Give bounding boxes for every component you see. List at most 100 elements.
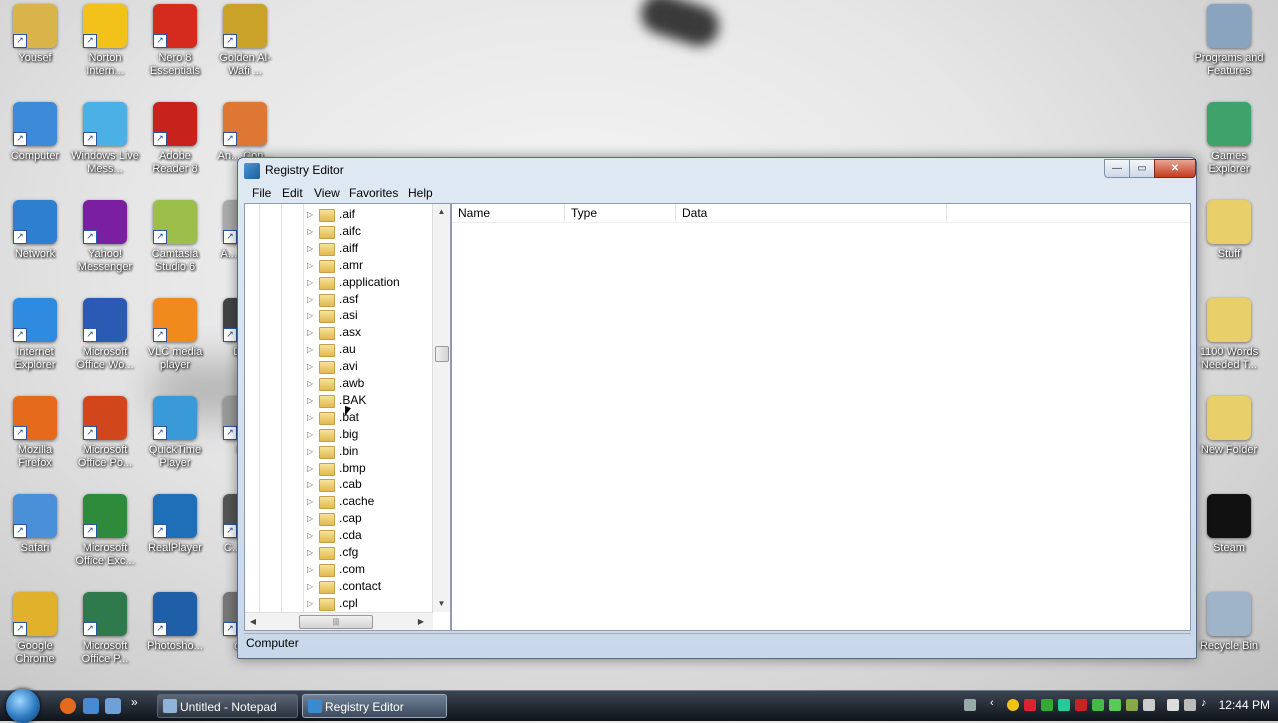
tree-item[interactable]: ▷ .bmp: [307, 460, 366, 477]
desktop-icon[interactable]: ↗ Microsoft Office Po...: [70, 396, 140, 470]
desktop-icon[interactable]: ↗ Microsoft Office Exc...: [70, 494, 140, 568]
desktop-icon[interactable]: ↗ Network: [0, 200, 70, 261]
desktop-icon[interactable]: ↗ RealPlayer: [140, 494, 210, 555]
taskbar-button-registry-editor[interactable]: Registry Editor: [302, 694, 447, 718]
taskbar-clock[interactable]: 12:44 PM: [1219, 698, 1270, 712]
expand-arrow-icon[interactable]: ▷: [307, 527, 317, 544]
tree-item[interactable]: ▷ .BAK: [307, 392, 366, 409]
expand-arrow-icon[interactable]: ▷: [307, 291, 317, 308]
desktop-icon[interactable]: ↗ Computer: [0, 102, 70, 163]
quicklaunch-overflow-icon[interactable]: »: [131, 695, 147, 711]
title-bar[interactable]: Registry Editor — ▭ ✕: [238, 158, 1196, 184]
tree-item[interactable]: ▷ .aiff: [307, 240, 358, 257]
expand-arrow-icon[interactable]: ▷: [307, 324, 317, 341]
scroll-down-arrow-icon[interactable]: ▼: [433, 596, 450, 612]
column-header-name[interactable]: Name: [452, 204, 565, 222]
tree-vertical-scrollbar[interactable]: ▲ ▼: [432, 204, 450, 612]
expand-arrow-icon[interactable]: ▷: [307, 341, 317, 358]
expand-arrow-icon[interactable]: ▷: [307, 223, 317, 240]
desktop-icon[interactable]: ↗ Yousef: [0, 4, 70, 65]
tree-item[interactable]: ▷ .cfg: [307, 544, 358, 561]
expand-arrow-icon[interactable]: ▷: [307, 443, 317, 460]
start-button[interactable]: [6, 689, 40, 723]
tree-item[interactable]: ▷ .asi: [307, 307, 358, 324]
expand-arrow-icon[interactable]: ▷: [307, 409, 317, 426]
expand-arrow-icon[interactable]: ▷: [307, 493, 317, 510]
expand-arrow-icon[interactable]: ▷: [307, 358, 317, 375]
tree-item[interactable]: ▷ .aif: [307, 206, 355, 223]
tree-item[interactable]: ▷ .application: [307, 274, 400, 291]
column-header-data[interactable]: Data: [676, 204, 947, 222]
tree-item[interactable]: ▷ .cda: [307, 527, 362, 544]
tray-app-icon[interactable]: [1092, 699, 1104, 711]
expand-arrow-icon[interactable]: ▷: [307, 240, 317, 257]
menu-favorites[interactable]: Favorites: [349, 186, 398, 200]
tray-app-icon[interactable]: [1058, 699, 1070, 711]
expand-arrow-icon[interactable]: ▷: [307, 375, 317, 392]
tree-item[interactable]: ▷ .au: [307, 341, 356, 358]
expand-arrow-icon[interactable]: ▷: [307, 257, 317, 274]
scroll-up-arrow-icon[interactable]: ▲: [433, 204, 450, 220]
desktop-icon[interactable]: New Folder: [1194, 396, 1264, 457]
network-tray-icon[interactable]: [1184, 699, 1196, 711]
tray-expand-icon[interactable]: ‹: [990, 697, 1002, 709]
tray-app-icon[interactable]: [1143, 699, 1155, 711]
keyboard-icon[interactable]: [964, 699, 976, 711]
volume-icon[interactable]: ♪: [1201, 697, 1213, 709]
desktop-icon[interactable]: ↗ Norton Intern...: [70, 4, 140, 78]
expand-arrow-icon[interactable]: ▷: [307, 544, 317, 561]
desktop-icon[interactable]: ↗ Safari: [0, 494, 70, 555]
menu-help[interactable]: Help: [408, 186, 433, 200]
desktop-icon[interactable]: Steam: [1194, 494, 1264, 555]
registry-values-pane[interactable]: Name Type Data: [451, 203, 1191, 631]
expand-arrow-icon[interactable]: ▷: [307, 274, 317, 291]
menu-view[interactable]: View: [314, 186, 340, 200]
tray-app-icon[interactable]: [1109, 699, 1121, 711]
firefox-quicklaunch-icon[interactable]: [60, 698, 76, 714]
desktop-icon[interactable]: ↗ Windows Live Mess...: [70, 102, 140, 176]
desktop-icon[interactable]: ↗ Camtasia Studio 6: [140, 200, 210, 274]
desktop-icon[interactable]: ↗ Microsoft Office P...: [70, 592, 140, 666]
tree-item[interactable]: ▷ .cap: [307, 510, 362, 527]
expand-arrow-icon[interactable]: ▷: [307, 307, 317, 324]
tree-item[interactable]: ▷ .bin: [307, 443, 358, 460]
desktop-icon[interactable]: Games Explorer: [1194, 102, 1264, 176]
expand-arrow-icon[interactable]: ▷: [307, 392, 317, 409]
tree-item[interactable]: ▷ .aifc: [307, 223, 361, 240]
desktop-icon[interactable]: ↗ An... Con...: [210, 102, 280, 163]
tree-item[interactable]: ▷ .cpl: [307, 595, 358, 612]
tray-app-icon[interactable]: [1024, 699, 1036, 711]
desktop-icon[interactable]: 1100 Words Needed T...: [1194, 298, 1264, 372]
tree-item[interactable]: ▷ .amr: [307, 257, 363, 274]
desktop-icon[interactable]: ↗ VLC media player: [140, 298, 210, 372]
tree-item[interactable]: ▷ .avi: [307, 358, 358, 375]
switch-windows-icon[interactable]: [105, 698, 121, 714]
tree-item[interactable]: ▷ .contact: [307, 578, 381, 595]
tree-item[interactable]: ▷ .bat: [307, 409, 359, 426]
norton-tray-icon[interactable]: [1007, 699, 1019, 711]
tree-item[interactable]: ▷ .cache: [307, 493, 374, 510]
expand-arrow-icon[interactable]: ▷: [307, 426, 317, 443]
vertical-scroll-thumb[interactable]: [435, 346, 449, 362]
desktop-icon[interactable]: ↗ Google Chrome: [0, 592, 70, 666]
desktop-icon[interactable]: ↗ Nero 8 Essentials: [140, 4, 210, 78]
desktop-icon[interactable]: ↗ Golden Al-Wafi ...: [210, 4, 280, 78]
menu-edit[interactable]: Edit: [282, 186, 303, 200]
expand-arrow-icon[interactable]: ▷: [307, 595, 317, 612]
tree-item[interactable]: ▷ .asx: [307, 324, 361, 341]
horizontal-scroll-thumb[interactable]: |||: [299, 615, 373, 629]
taskbar-button-notepad[interactable]: Untitled - Notepad: [157, 694, 298, 718]
tree-item[interactable]: ▷ .big: [307, 426, 358, 443]
network-tray-icon[interactable]: [1167, 699, 1179, 711]
tree-item[interactable]: ▷ .cab: [307, 476, 362, 493]
desktop-icon[interactable]: ↗ Microsoft Office Wo...: [70, 298, 140, 372]
desktop-icon[interactable]: Programs and Features: [1194, 4, 1264, 78]
menu-file[interactable]: File: [252, 186, 271, 200]
expand-arrow-icon[interactable]: ▷: [307, 510, 317, 527]
desktop-icon[interactable]: Stuff: [1194, 200, 1264, 261]
minimize-button[interactable]: —: [1104, 159, 1130, 178]
scroll-left-arrow-icon[interactable]: ◀: [245, 613, 261, 630]
expand-arrow-icon[interactable]: ▷: [307, 460, 317, 477]
desktop-icon[interactable]: Recycle Bin: [1194, 592, 1264, 653]
tree-item[interactable]: ▷ .awb: [307, 375, 364, 392]
